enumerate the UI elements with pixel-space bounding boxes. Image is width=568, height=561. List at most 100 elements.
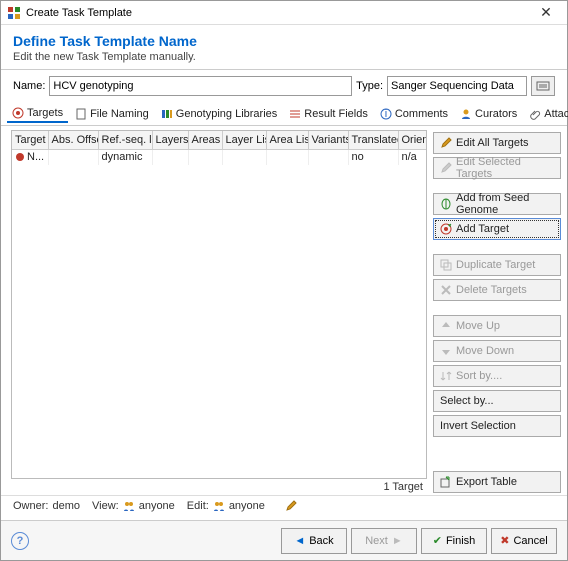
- table-header-row: Target Abs. Offset Ref.-seq. l... Layers…: [12, 131, 427, 149]
- sort-by-button[interactable]: Sort by....: [433, 365, 561, 387]
- cell-orientation: n/a: [398, 149, 427, 165]
- cell-areas: [188, 149, 222, 165]
- tab-comments[interactable]: i Comments: [375, 106, 453, 122]
- owner-value: demo: [52, 500, 80, 512]
- col-orientation[interactable]: Orientation: [398, 131, 427, 149]
- tab-label: Targets: [27, 107, 63, 119]
- tab-targets[interactable]: Targets: [7, 105, 68, 123]
- edit-permissions-button[interactable]: [285, 500, 297, 512]
- back-button[interactable]: ◄Back: [281, 528, 347, 554]
- close-icon[interactable]: ✕: [531, 4, 561, 21]
- tab-label: File Naming: [90, 108, 149, 120]
- library-icon: [161, 108, 173, 120]
- tab-label: Comments: [395, 108, 448, 120]
- col-layers[interactable]: Layers: [152, 131, 188, 149]
- targets-table[interactable]: Target Abs. Offset Ref.-seq. l... Layers…: [11, 130, 427, 479]
- seed-icon: [440, 198, 452, 210]
- tab-attachments[interactable]: Attachments: [524, 106, 568, 122]
- edit-value: anyone: [229, 500, 265, 512]
- add-from-seed-genome-button[interactable]: Add from Seed Genome: [433, 193, 561, 215]
- cancel-icon: ✖: [500, 534, 509, 547]
- duplicate-target-button[interactable]: Duplicate Target: [433, 254, 561, 276]
- export-icon: [440, 476, 452, 488]
- tab-label: Attachments: [544, 108, 568, 120]
- target-icon: [12, 107, 24, 119]
- view-label: View:: [92, 500, 119, 512]
- footer: ? ◄Back Next► ✔Finish ✖Cancel: [1, 520, 567, 560]
- name-field[interactable]: [49, 76, 352, 96]
- arrow-down-icon: [440, 345, 452, 357]
- titlebar: Create Task Template ✕: [1, 1, 567, 25]
- arrow-right-icon: ►: [392, 535, 403, 547]
- tab-label: Result Fields: [304, 108, 368, 120]
- finish-button[interactable]: ✔Finish: [421, 528, 487, 554]
- edit-selected-targets-button[interactable]: Edit Selected Targets: [433, 157, 561, 179]
- window: Create Task Template ✕ Define Task Templ…: [0, 0, 568, 561]
- svg-text:i: i: [385, 108, 387, 120]
- cell-layers: [152, 149, 188, 165]
- col-target[interactable]: Target: [12, 131, 48, 149]
- add-target-icon: [440, 223, 452, 235]
- header-area: Define Task Template Name Edit the new T…: [1, 25, 567, 70]
- cancel-button[interactable]: ✖Cancel: [491, 528, 557, 554]
- file-icon: [75, 108, 87, 120]
- people-icon: [123, 500, 135, 512]
- next-button[interactable]: Next►: [351, 528, 417, 554]
- invert-selection-button[interactable]: Invert Selection: [433, 415, 561, 437]
- move-down-button[interactable]: Move Down: [433, 340, 561, 362]
- delete-icon: [440, 284, 452, 296]
- curator-icon: [460, 108, 472, 120]
- owner-label: Owner:: [13, 500, 48, 512]
- tab-genotyping-libraries[interactable]: Genotyping Libraries: [156, 106, 283, 122]
- arrow-left-icon: ◄: [294, 535, 305, 547]
- tab-label: Curators: [475, 108, 517, 120]
- row-icon: [15, 152, 25, 162]
- pencil-icon: [440, 162, 452, 174]
- view-value: anyone: [139, 500, 175, 512]
- cell-layer-list: [222, 149, 266, 165]
- tab-curators[interactable]: Curators: [455, 106, 522, 122]
- move-up-button[interactable]: Move Up: [433, 315, 561, 337]
- col-variants[interactable]: Variants: [308, 131, 348, 149]
- app-icon: [7, 6, 21, 20]
- type-browse-button[interactable]: [531, 76, 555, 96]
- tab-result-fields[interactable]: Result Fields: [284, 106, 373, 122]
- col-layer-list[interactable]: Layer List: [222, 131, 266, 149]
- people-icon: [213, 500, 225, 512]
- col-translated[interactable]: Translated: [348, 131, 398, 149]
- add-target-button[interactable]: Add Target: [433, 218, 561, 240]
- edit-all-targets-button[interactable]: Edit All Targets: [433, 132, 561, 154]
- browse-icon: [536, 80, 550, 92]
- edit-label: Edit:: [187, 500, 209, 512]
- sort-icon: [440, 370, 452, 382]
- comment-icon: i: [380, 108, 392, 120]
- name-row: Name: Type:: [1, 70, 567, 102]
- arrow-up-icon: [440, 320, 452, 332]
- tab-strip: Targets File Naming Genotyping Libraries…: [1, 102, 567, 126]
- cell-translated: no: [348, 149, 398, 165]
- cell-refseq: dynamic: [98, 149, 152, 165]
- delete-targets-button[interactable]: Delete Targets: [433, 279, 561, 301]
- cell-area-list: [266, 149, 308, 165]
- help-button[interactable]: ?: [11, 532, 29, 550]
- pencil-icon: [440, 137, 452, 149]
- col-area-list[interactable]: Area List: [266, 131, 308, 149]
- row-count: 1 Target: [11, 479, 427, 493]
- select-by-button[interactable]: Select by...: [433, 390, 561, 412]
- table-area: Target Abs. Offset Ref.-seq. l... Layers…: [11, 130, 427, 493]
- tab-file-naming[interactable]: File Naming: [70, 106, 154, 122]
- col-abs-offset[interactable]: Abs. Offset: [48, 131, 98, 149]
- col-refseq[interactable]: Ref.-seq. l...: [98, 131, 152, 149]
- table-row[interactable]: N... dynamic no n/a: [12, 149, 427, 165]
- export-table-button[interactable]: Export Table: [433, 471, 561, 493]
- side-button-panel: Edit All Targets Edit Selected Targets A…: [433, 130, 561, 493]
- type-field[interactable]: [387, 76, 527, 96]
- name-label: Name:: [13, 80, 45, 92]
- content-area: Target Abs. Offset Ref.-seq. l... Layers…: [1, 126, 567, 495]
- page-title: Define Task Template Name: [13, 33, 555, 49]
- cell-target: N...: [12, 149, 48, 165]
- cell-abs-offset: [48, 149, 98, 165]
- fields-icon: [289, 108, 301, 120]
- page-subtitle: Edit the new Task Template manually.: [13, 51, 555, 63]
- col-areas[interactable]: Areas: [188, 131, 222, 149]
